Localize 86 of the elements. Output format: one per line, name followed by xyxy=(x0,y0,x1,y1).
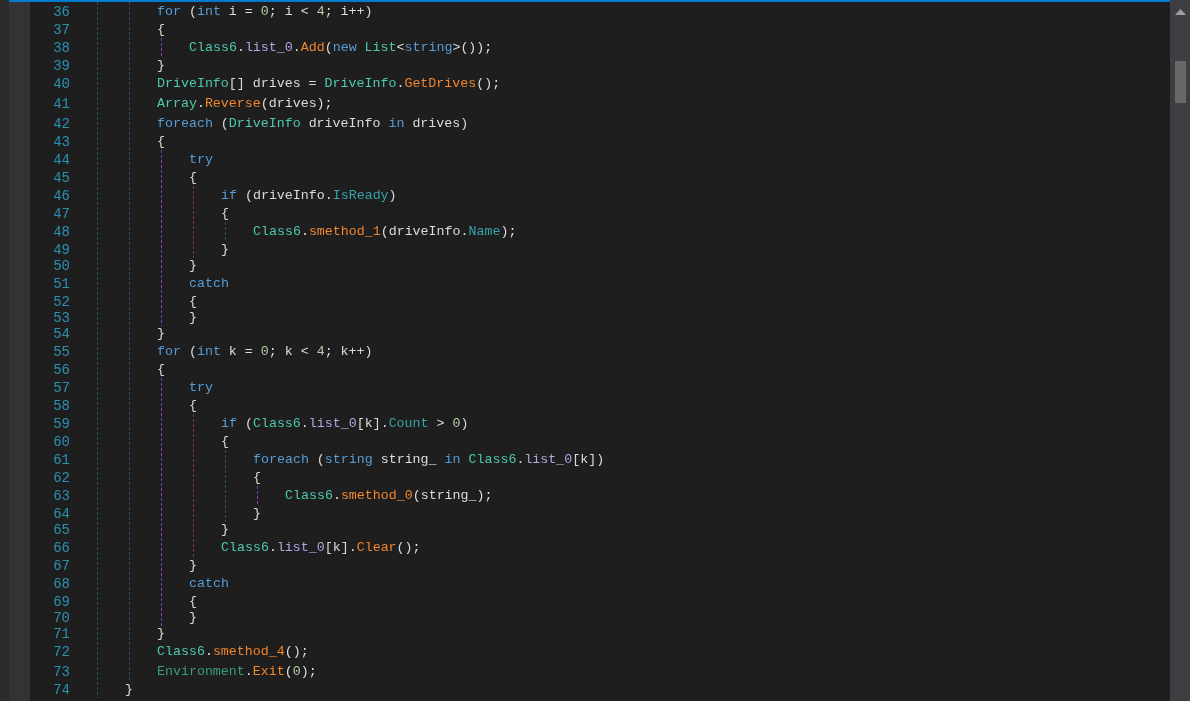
indent-guide xyxy=(225,222,226,242)
code-line: } xyxy=(189,558,197,574)
code-line: } xyxy=(189,310,197,326)
line-number: 59 xyxy=(52,416,70,432)
code-line: Class6.smethod_0(string_); xyxy=(285,488,493,504)
code-line: Environment.Exit(0); xyxy=(157,664,317,680)
line-number: 58 xyxy=(52,398,70,414)
code-line: catch xyxy=(189,276,229,292)
line-number: 70 xyxy=(52,610,70,626)
line-number: 42 xyxy=(52,116,70,132)
line-number: 73 xyxy=(52,664,70,680)
indent-guide xyxy=(257,486,258,506)
vertical-scrollbar[interactable] xyxy=(1170,0,1190,701)
code-line: } xyxy=(125,682,133,698)
code-line: catch xyxy=(189,576,229,592)
code-line: for (int k = 0; k < 4; k++) xyxy=(157,344,373,360)
line-number: 68 xyxy=(52,576,70,592)
line-number: 56 xyxy=(52,362,70,378)
code-line: DriveInfo[] drives = DriveInfo.GetDrives(); xyxy=(157,76,501,92)
line-number: 39 xyxy=(52,58,70,74)
line-number: 53 xyxy=(52,310,70,326)
line-number: 52 xyxy=(52,294,70,310)
line-number: 63 xyxy=(52,488,70,504)
line-number: 55 xyxy=(52,344,70,360)
code-line: } xyxy=(157,326,165,342)
code-line: { xyxy=(157,134,165,150)
line-number: 60 xyxy=(52,434,70,450)
code-line: } xyxy=(221,242,229,258)
code-line: { xyxy=(189,398,197,414)
line-number: 46 xyxy=(52,188,70,204)
code-line: for (int i = 0; i < 4; i++) xyxy=(157,4,373,20)
code-line: try xyxy=(189,380,213,396)
line-number: 38 xyxy=(52,40,70,56)
line-number: 66 xyxy=(52,540,70,556)
code-line: } xyxy=(189,610,197,626)
code-line: if (Class6.list_0[k].Count > 0) xyxy=(221,416,469,432)
indent-guide xyxy=(161,38,162,58)
line-number: 36 xyxy=(52,4,70,20)
code-line: { xyxy=(189,170,197,186)
line-number: 49 xyxy=(52,242,70,258)
code-line: Class6.smethod_4(); xyxy=(157,644,309,660)
up-triangle-icon[interactable] xyxy=(1174,9,1186,15)
indent-guide xyxy=(225,450,226,522)
code-line: } xyxy=(253,506,261,522)
code-line: } xyxy=(157,58,165,74)
code-line: { xyxy=(221,434,229,450)
line-number: 74 xyxy=(52,682,70,698)
line-number: 71 xyxy=(52,626,70,642)
code-line: Class6.list_0.Add(new List<string>()); xyxy=(189,40,493,56)
line-number: 72 xyxy=(52,644,70,660)
code-line: foreach (DriveInfo driveInfo in drives) xyxy=(157,116,469,132)
line-number: 54 xyxy=(52,326,70,342)
code-line: foreach (string string_ in Class6.list_0[k]) xyxy=(253,452,605,468)
code-line: { xyxy=(157,362,165,378)
line-number: 48 xyxy=(52,224,70,240)
code-line: Class6.list_0[k].Clear(); xyxy=(221,540,421,556)
line-number: 44 xyxy=(52,152,70,168)
line-number: 45 xyxy=(52,170,70,186)
code-line: } xyxy=(221,522,229,538)
indent-guide xyxy=(193,186,194,258)
line-number: 62 xyxy=(52,470,70,486)
line-number: 69 xyxy=(52,594,70,610)
line-number: 67 xyxy=(52,558,70,574)
code-line: { xyxy=(253,470,261,486)
code-line: { xyxy=(189,594,197,610)
line-number: 40 xyxy=(52,76,70,92)
code-line: Array.Reverse(drives); xyxy=(157,96,333,112)
line-number: 43 xyxy=(52,134,70,150)
code-line: { xyxy=(157,22,165,38)
line-number: 50 xyxy=(52,258,70,274)
line-number: 41 xyxy=(52,96,70,112)
code-line: if (driveInfo.IsReady) xyxy=(221,188,397,204)
code-line: { xyxy=(221,206,229,222)
line-number: 37 xyxy=(52,22,70,38)
line-number: 65 xyxy=(52,522,70,538)
line-number: 51 xyxy=(52,276,70,292)
line-number: 57 xyxy=(52,380,70,396)
code-line: try xyxy=(189,152,213,168)
code-line: } xyxy=(189,258,197,274)
code-line: Class6.smethod_1(driveInfo.Name); xyxy=(253,224,517,240)
line-number: 64 xyxy=(52,506,70,522)
code-line: { xyxy=(189,294,197,310)
line-number: 47 xyxy=(52,206,70,222)
scrollbar-thumb[interactable] xyxy=(1174,61,1186,103)
code-line: } xyxy=(157,626,165,642)
line-number: 61 xyxy=(52,452,70,468)
